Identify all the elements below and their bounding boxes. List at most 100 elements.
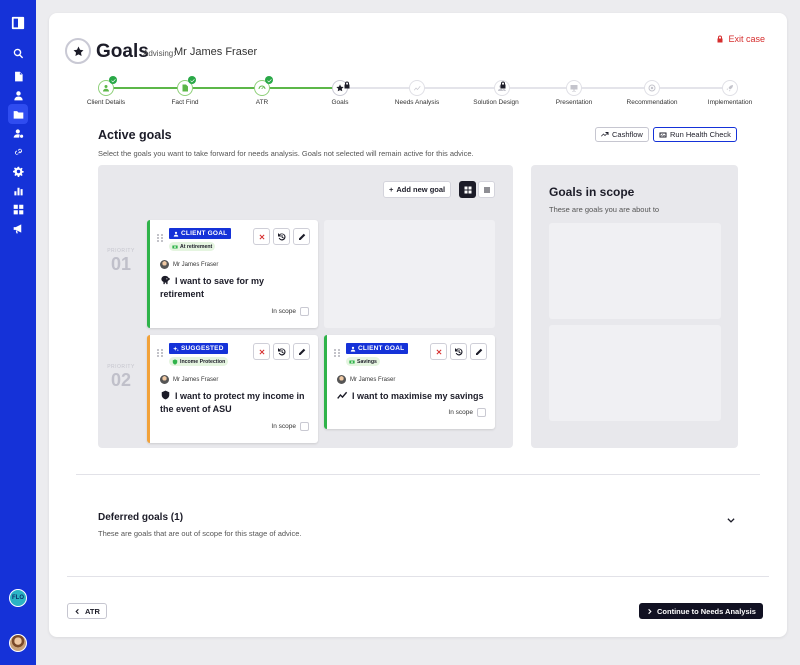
step-implementation[interactable]: [722, 80, 738, 96]
lock-icon: [499, 76, 507, 89]
back-button[interactable]: ATR: [67, 603, 107, 619]
user-icon[interactable]: [8, 85, 28, 105]
goal-description: I want to maximise my savings: [337, 390, 487, 403]
goal-client-name: Mr James Fraser: [173, 376, 219, 383]
folder-icon[interactable]: [8, 104, 28, 124]
sidebar-toggle-icon[interactable]: [8, 13, 28, 33]
bar-chart-icon[interactable]: [8, 180, 28, 200]
in-scope-toggle[interactable]: In scope: [271, 307, 309, 316]
chevron-down-icon[interactable]: [726, 512, 736, 523]
document-icon[interactable]: [8, 66, 28, 86]
close-icon: [259, 349, 264, 354]
user-settings-icon[interactable]: [8, 123, 28, 143]
in-scope-label: In scope: [271, 423, 296, 430]
priority-number: 01: [110, 254, 132, 274]
step-label: Client Details: [86, 99, 126, 106]
run-health-check-button[interactable]: Run Health Check: [653, 127, 737, 142]
step-recommendation[interactable]: [644, 80, 660, 96]
gear-icon[interactable]: [8, 161, 28, 181]
priority-number: 02: [110, 370, 132, 390]
empty-scope-slot: [549, 325, 721, 421]
pencil-icon: [298, 348, 305, 355]
history-icon: [277, 232, 286, 240]
list-icon: [483, 187, 490, 192]
advising-label: Advising:: [143, 49, 176, 58]
close-icon: [436, 349, 441, 354]
retirement-icon: [172, 245, 178, 248]
grid-view-button[interactable]: [459, 181, 476, 198]
check-icon: [188, 76, 196, 84]
search-icon[interactable]: [8, 43, 28, 63]
step-presentation[interactable]: [566, 80, 582, 96]
in-scope-checkbox[interactable]: [300, 422, 309, 431]
lock-icon: [717, 35, 723, 43]
user-icon: [103, 85, 109, 92]
remove-goal-button[interactable]: [253, 343, 270, 360]
exit-case-label: Exit case: [728, 34, 765, 44]
drag-handle-icon[interactable]: [334, 344, 340, 357]
close-icon: [259, 234, 264, 239]
empty-scope-slot: [549, 223, 721, 319]
goal-type-tag: SUGGESTED: [169, 343, 228, 354]
user-icon: [350, 346, 356, 352]
goal-client: Mr James Fraser: [160, 260, 218, 269]
goal-type-tag: CLIENT GOAL: [169, 228, 232, 239]
grid-icon[interactable]: [8, 199, 28, 219]
goal-category-label: Income Protection: [180, 358, 226, 365]
cashflow-label: Cashflow: [612, 130, 643, 139]
goals-in-scope-subtitle: These are goals you are about to: [549, 205, 660, 214]
history-button[interactable]: [450, 343, 467, 360]
step-needs-analysis[interactable]: [409, 80, 425, 96]
history-button[interactable]: [273, 228, 290, 245]
in-scope-toggle[interactable]: In scope: [448, 408, 486, 417]
in-scope-label: In scope: [448, 409, 473, 416]
edit-goal-button[interactable]: [293, 228, 310, 245]
goal-card[interactable]: SUGGESTED Income Protection Mr James Fra…: [147, 335, 318, 443]
flo-logo[interactable]: FLO: [9, 589, 27, 607]
step-label: Needs Analysis: [394, 99, 440, 106]
step-label: Presentation: [555, 99, 593, 106]
goal-description: I want to save for my retirement: [160, 275, 310, 301]
advising-client-name: Mr James Fraser: [174, 46, 258, 58]
goal-category-label: At retirement: [180, 243, 213, 250]
in-scope-toggle[interactable]: In scope: [271, 422, 309, 431]
cashflow-button[interactable]: Cashflow: [595, 127, 649, 142]
goal-card[interactable]: CLIENT GOAL Savings Mr James Fraser I wa…: [324, 335, 495, 429]
step-label: Recommendation: [626, 99, 678, 106]
target-icon: [648, 84, 656, 92]
chevron-right-icon: [648, 608, 652, 614]
remove-goal-button[interactable]: [253, 228, 270, 245]
add-new-goal-label: Add new goal: [396, 185, 446, 194]
goal-client: Mr James Fraser: [337, 375, 395, 384]
user-avatar[interactable]: [9, 634, 27, 652]
link-icon[interactable]: [8, 142, 28, 162]
remove-goal-button[interactable]: [430, 343, 447, 360]
page-title: Goals: [96, 41, 149, 62]
goal-type-label: CLIENT GOAL: [181, 230, 228, 237]
edit-goal-button[interactable]: [293, 343, 310, 360]
drag-handle-icon[interactable]: [157, 344, 163, 357]
drag-handle-icon[interactable]: [157, 229, 163, 242]
goal-card[interactable]: CLIENT GOAL At retirement Mr James Frase…: [147, 220, 318, 328]
continue-button[interactable]: Continue to Needs Analysis: [639, 603, 763, 619]
goal-client-name: Mr James Fraser: [173, 261, 219, 268]
plus-icon: +: [389, 185, 394, 194]
history-icon: [454, 347, 463, 355]
goal-category-tag: Savings: [346, 357, 380, 366]
add-new-goal-button[interactable]: + Add new goal: [383, 181, 452, 198]
exit-case-button[interactable]: Exit case: [716, 34, 765, 44]
sparkle-icon: [173, 345, 179, 351]
history-button[interactable]: [273, 343, 290, 360]
user-icon: [173, 231, 179, 237]
check-icon: [265, 76, 273, 84]
client-avatar: [160, 375, 169, 384]
edit-goal-button[interactable]: [470, 343, 487, 360]
active-goals-subtitle: Select the goals you want to take forwar…: [98, 149, 474, 158]
shield-icon: [160, 390, 171, 400]
history-icon: [277, 347, 286, 355]
in-scope-checkbox[interactable]: [300, 307, 309, 316]
step-label: Implementation: [707, 99, 753, 106]
list-view-button[interactable]: [478, 181, 495, 198]
in-scope-checkbox[interactable]: [477, 408, 486, 417]
megaphone-icon[interactable]: [8, 218, 28, 238]
